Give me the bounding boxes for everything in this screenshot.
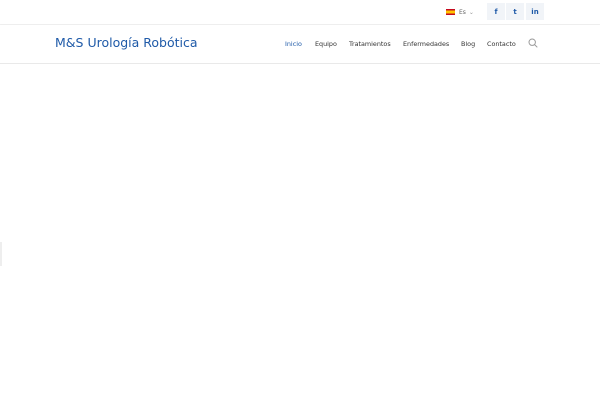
linkedin-icon: in [531, 7, 539, 16]
spain-flag-icon [446, 9, 455, 15]
chevron-down-icon: ⌄ [468, 8, 474, 16]
nav-item-blog[interactable]: Blog [461, 40, 475, 48]
nav-item-enfermedades[interactable]: Enfermedades [403, 40, 449, 48]
facebook-icon: f [494, 7, 498, 16]
search-icon[interactable] [528, 38, 538, 48]
nav-item-equipo[interactable]: Equipo [315, 40, 337, 48]
top-bar: Es ⌄ f t in [0, 0, 600, 25]
facebook-button[interactable]: f [487, 3, 505, 20]
main-content [0, 64, 600, 400]
nav-item-contacto[interactable]: Contacto [487, 40, 516, 48]
side-tab-handle[interactable] [0, 242, 2, 266]
language-selector[interactable]: Es ⌄ [446, 7, 474, 17]
nav-item-tratamientos[interactable]: Tratamientos [349, 40, 391, 48]
linkedin-button[interactable]: in [526, 3, 544, 20]
twitter-icon: t [513, 7, 517, 16]
twitter-button[interactable]: t [506, 3, 524, 20]
nav-item-inicio[interactable]: Inicio [285, 40, 302, 48]
language-label: Es [459, 8, 466, 16]
main-header: M&S Urología Robótica Inicio Equipo Trat… [0, 25, 600, 64]
site-logo[interactable]: M&S Urología Robótica [55, 35, 198, 50]
